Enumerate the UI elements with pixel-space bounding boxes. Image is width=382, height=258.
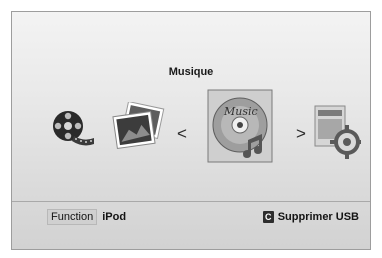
nav-right-arrow[interactable]: > [296, 124, 306, 144]
function-value: iPod [102, 211, 127, 223]
c-key-icon: C [262, 211, 274, 223]
nav-left-arrow[interactable]: < [177, 124, 187, 144]
remove-usb-hint[interactable]: C Supprimer USB [262, 208, 359, 226]
settings-icon[interactable] [313, 104, 364, 160]
film-reel-icon[interactable] [50, 108, 96, 148]
function-label: Function [47, 209, 98, 225]
cd-label: Music [224, 105, 258, 118]
function-indicator: Function iPod [47, 208, 126, 226]
music-cd-icon[interactable]: Music [204, 88, 280, 168]
screen: Musique < Music > Function iPod C Suppri… [11, 11, 371, 250]
photos-icon[interactable] [111, 100, 167, 156]
remove-usb-label: Supprimer USB [277, 211, 359, 223]
selected-title: Musique [168, 66, 214, 78]
footer-divider [12, 201, 370, 202]
